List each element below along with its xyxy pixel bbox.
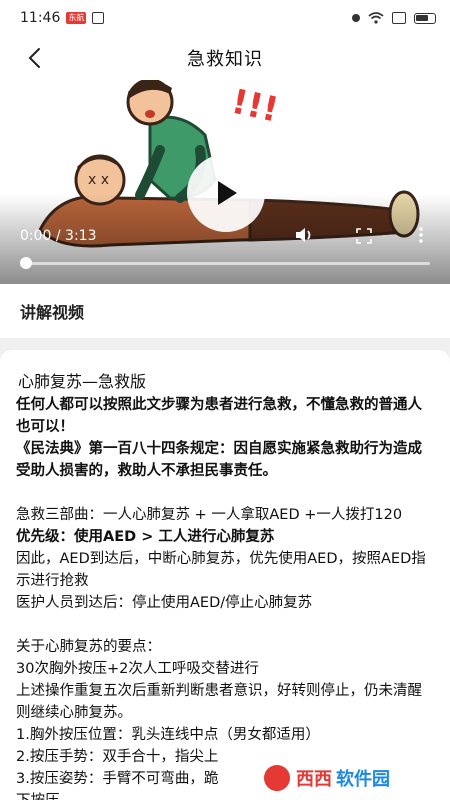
status-bar: 11:46 东航 (0, 0, 450, 36)
wifi-icon (368, 12, 384, 24)
volume-icon (296, 228, 311, 242)
chevron-left-icon (28, 48, 40, 68)
fullscreen-icon (356, 228, 372, 244)
volume-button[interactable] (294, 226, 314, 248)
more-options-button[interactable] (418, 226, 424, 248)
watermark-icon (262, 763, 292, 793)
battery-icon (414, 12, 436, 24)
more-vertical-icon (419, 227, 423, 243)
article-body: 任何人都可以按照此文步骤为患者进行急救，不懂急救的普通人也可以！ 《民法典》第一… (16, 394, 434, 800)
watermark-logo: 西西 软件园 (262, 760, 438, 796)
video-time: 0:00 / 3:13 (20, 228, 97, 244)
nav-bar: 急救知识 (0, 36, 450, 80)
fullscreen-button[interactable] (356, 228, 372, 248)
article-heading: 心肺复苏—急救版 (18, 372, 147, 391)
article-paragraph: 优先级：使用AED > 工人进行心肺复苏 (16, 529, 275, 545)
article-paragraph: 关于心肺复苏的要点： (16, 639, 161, 655)
article-paragraph: 医护人员到达后：停止使用AED/停止心肺复苏 (16, 595, 313, 611)
article-paragraph: 急救三部曲：一人心肺复苏 + 一人拿取AED +一人拨打120 (16, 507, 403, 523)
alert-marks: !!! (228, 82, 282, 131)
status-time: 11:46 (20, 10, 61, 26)
watermark-main: 西西 (296, 769, 332, 790)
article-card: 心肺复苏—急救版 任何人都可以按照此文步骤为患者进行急救，不懂急救的普通人也可以… (0, 350, 450, 800)
article-paragraph: 上述操作重复五次后重新判断患者意识，好转则停止，仍未清醒则继续心肺复苏。 (16, 683, 422, 721)
notification-badge: 东航 (66, 12, 87, 24)
watermark-sub: 软件园 (336, 769, 390, 790)
section-header: 讲解视频 (0, 284, 450, 338)
play-icon (218, 181, 237, 205)
notification-icon (92, 12, 105, 24)
location-icon (352, 14, 360, 22)
video-progress-track[interactable] (22, 262, 430, 265)
play-button[interactable] (187, 154, 265, 232)
page-title: 急救知识 (187, 49, 263, 70)
video-progress-thumb[interactable] (20, 257, 32, 269)
article-paragraph: 1.胸外按压位置：乳头连线中点（男女都适用） (16, 727, 320, 743)
section-title: 讲解视频 (20, 303, 85, 322)
article-paragraph: 任何人都可以按照此文步骤为患者进行急救，不懂急救的普通人也可以！ (16, 397, 422, 435)
article-paragraph: 30次胸外按压+2次人工呼吸交替进行 (16, 661, 259, 677)
back-button[interactable] (20, 44, 48, 72)
article-paragraph: 因此，AED到达后，中断心肺复苏，优先使用AED，按照AED指示进行抢救 (16, 551, 426, 589)
video-player[interactable]: x x !!! 0:00 / 3:13 (0, 80, 450, 284)
status-indicators (352, 0, 436, 36)
svg-text:x x: x x (88, 172, 109, 188)
sim-icon (392, 12, 406, 24)
article-paragraph: 《民法典》第一百八十四条规定：因自愿实施紧急救助行为造成受助人损害的，救助人不承… (16, 441, 422, 479)
